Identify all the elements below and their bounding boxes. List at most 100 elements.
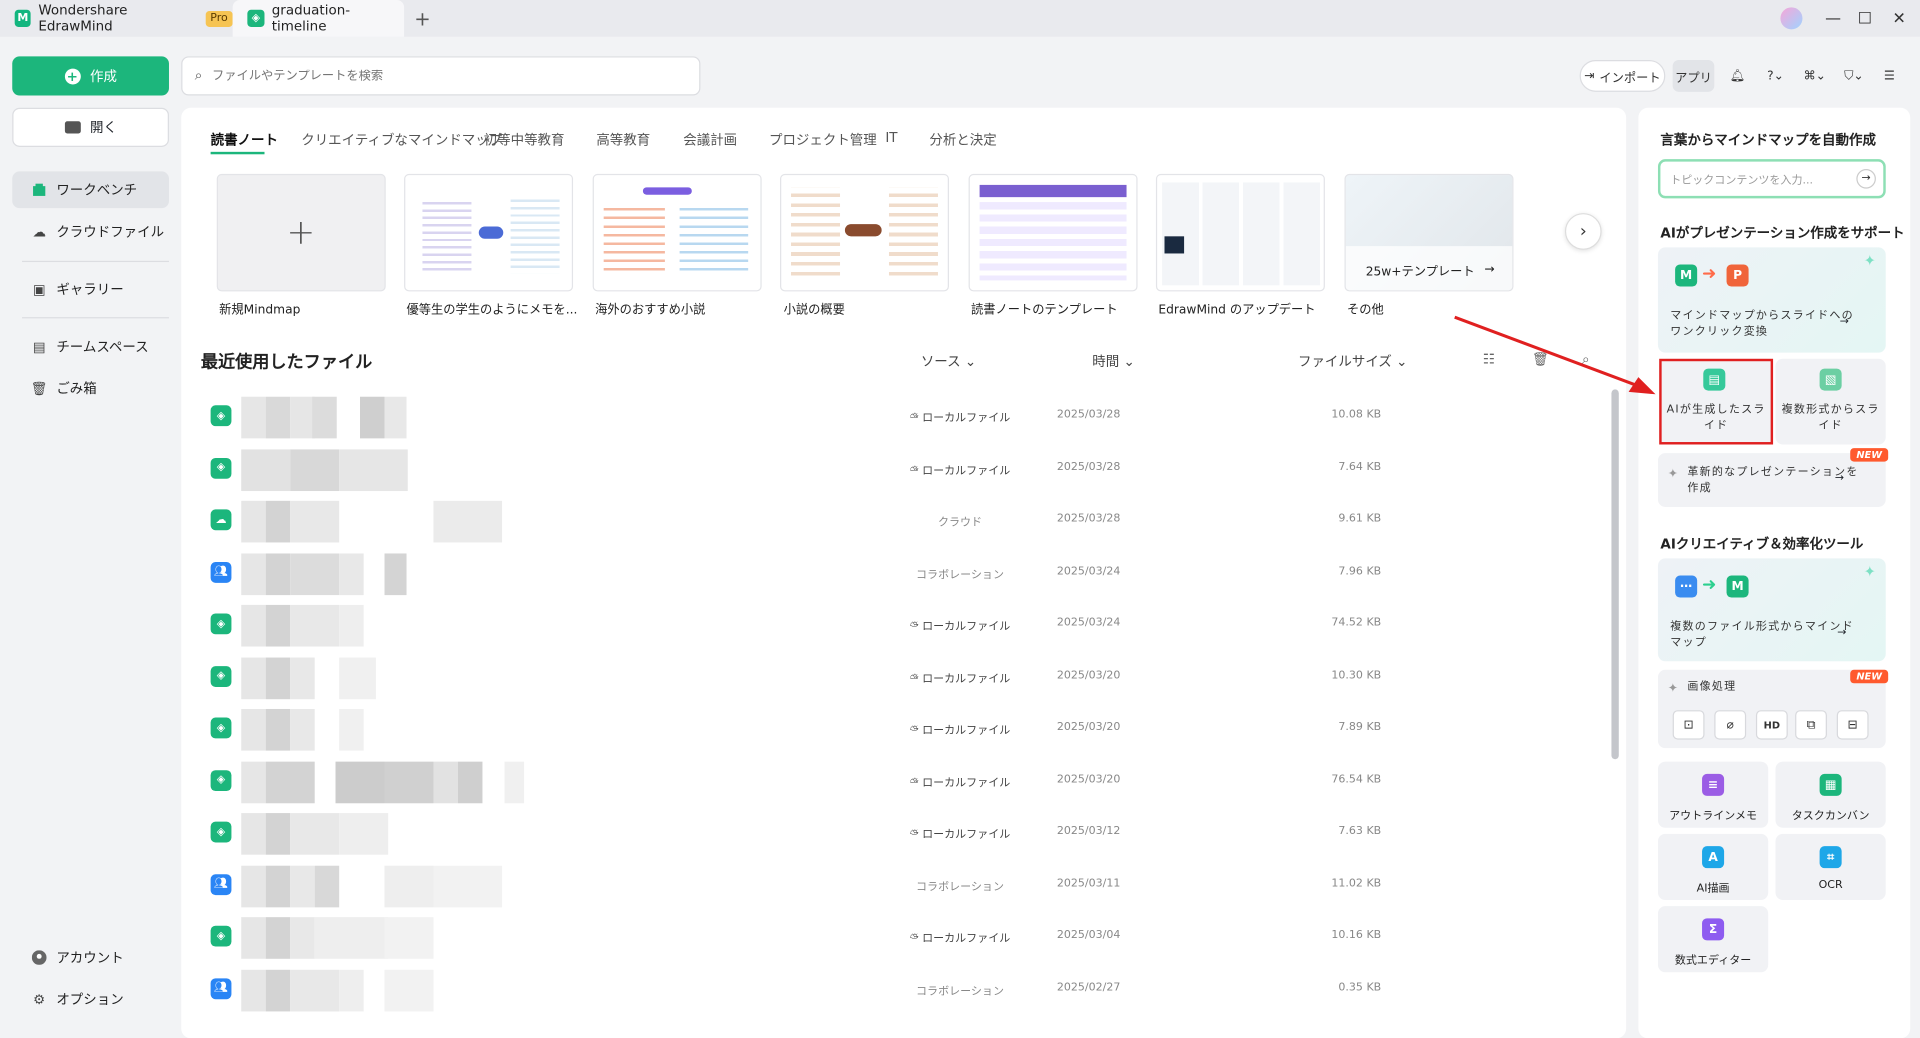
table-row[interactable]: ◈ ⛅︎ ローカルファイル 2025/03/20 76.54 KB <box>201 756 1609 807</box>
close-icon[interactable]: ✕ <box>1881 0 1918 37</box>
redacted-filename <box>290 917 315 959</box>
bell-icon[interactable]: 🔔︎ <box>1724 60 1751 92</box>
redacted-filename <box>265 500 291 543</box>
shirt-icon[interactable]: ⛉⌄ <box>1837 60 1871 92</box>
table-row[interactable]: ◈ ⛅︎ ローカルファイル 2025/03/20 10.30 KB <box>201 652 1609 703</box>
file-size: 7.64 KB <box>1338 461 1382 474</box>
sidebar-item-team-space[interactable]: ▤ チームスペース <box>12 328 169 365</box>
tab-reading-notes[interactable]: 読書ノート <box>211 130 278 150</box>
tab-higher-education[interactable]: 高等教育 <box>596 130 650 150</box>
create-button[interactable]: + 作成 <box>12 56 169 96</box>
user-avatar[interactable] <box>1773 0 1810 37</box>
file-time: 2025/02/27 <box>1056 981 1121 994</box>
mindmap-file-icon: ◈ <box>210 613 232 635</box>
open-button[interactable]: 開く <box>12 107 169 147</box>
template-card[interactable] <box>780 173 949 292</box>
maximize-icon[interactable]: ☐ <box>1847 0 1884 37</box>
hd-icon[interactable]: HD <box>1755 710 1788 740</box>
redacted-filename <box>265 917 291 959</box>
help-icon[interactable]: ?⌄ <box>1758 60 1792 92</box>
redacted-filename <box>290 656 315 699</box>
redacted-filename <box>314 917 389 959</box>
eraser-icon[interactable]: ⌀ <box>1714 710 1747 740</box>
table-row[interactable]: ◈ ⛅︎ ローカルファイル 2025/03/04 10.16 KB <box>201 912 1609 963</box>
topic-input[interactable]: トピックコンテンツを入力... → <box>1657 159 1886 199</box>
scan-icon[interactable]: ⊟ <box>1836 710 1869 740</box>
resize-icon[interactable]: ⧉ <box>1795 710 1827 740</box>
redacted-filename <box>290 708 315 751</box>
template-card[interactable] <box>968 173 1138 292</box>
table-row[interactable]: ◈ ⛅︎ ローカルファイル 2025/03/12 7.63 KB <box>201 808 1609 859</box>
template-card-new[interactable]: + <box>216 173 386 292</box>
presentation-section-title: AIがプレゼンテーション作成をサポート <box>1660 225 1905 242</box>
redacted-filename <box>265 656 291 699</box>
template-label: 読書ノートのテンプレート <box>971 303 1118 318</box>
table-row[interactable]: ☁ クラウド 2025/03/28 9.61 KB <box>201 496 1609 547</box>
table-row[interactable]: ◈ ⛅︎ ローカルファイル 2025/03/24 74.52 KB <box>201 600 1609 651</box>
template-card[interactable] <box>592 173 762 292</box>
file-size: 10.08 KB <box>1331 408 1382 422</box>
topic-input-placeholder: トピックコンテンツを入力... <box>1670 174 1813 187</box>
file-size: 7.96 KB <box>1338 565 1382 578</box>
collapse-panel-icon[interactable]: ☰ <box>1876 60 1903 92</box>
mindmap-file-icon: ◈ <box>210 925 232 947</box>
sidebar-item-gallery[interactable]: ▣ ギャラリー <box>12 271 169 308</box>
redacted-filename <box>339 552 364 595</box>
redacted-filename <box>360 396 385 439</box>
search-input[interactable] <box>212 69 678 83</box>
grid-apps-icon[interactable]: ⌘⌄ <box>1798 60 1832 92</box>
multi-file-to-mindmap-card[interactable]: ⋯ ➜ M ✦ 複数のファイル形式からマインドマップ → <box>1657 558 1886 662</box>
tab-primary-education[interactable]: 初等中等教育 <box>484 130 565 150</box>
table-row[interactable]: 👥︎ コラボレーション 2025/03/24 7.96 KB <box>201 548 1609 599</box>
template-card[interactable] <box>404 173 574 292</box>
sidebar-item-workbench[interactable]: ワークベンチ <box>12 171 169 209</box>
table-row[interactable]: 👥︎ コラボレーション 2025/03/11 11.02 KB <box>201 860 1609 911</box>
tab-analysis-decision[interactable]: 分析と決定 <box>929 130 996 150</box>
app-tab[interactable]: M Wondershare EdrawMind Pro <box>0 0 233 37</box>
open-label: 開く <box>90 120 117 136</box>
template-label: 海外のおすすめ小説 <box>595 303 706 318</box>
document-tab[interactable]: ◈ graduation-timeline <box>232 0 405 37</box>
ai-draw-tool[interactable]: A AI描画 <box>1657 833 1769 901</box>
send-arrow-icon[interactable]: → <box>1856 168 1876 189</box>
template-card[interactable] <box>1155 173 1325 292</box>
mindmap-file-icon: ◈ <box>210 665 232 687</box>
sidebar-item-account[interactable]: アカウント <box>12 939 169 976</box>
time-column-header[interactable]: 時間 ⌄ <box>1092 351 1135 371</box>
formula-editor-tool[interactable]: Σ 数式エディター <box>1657 906 1769 973</box>
outline-memo-tool[interactable]: ≡ アウトラインメモ <box>1657 761 1769 828</box>
recent-files-title: 最近使用したファイル <box>200 352 373 373</box>
sidebar-item-label: ギャラリー <box>56 281 124 298</box>
table-row[interactable]: ◈ ⛅︎ ローカルファイル 2025/03/28 10.08 KB <box>201 392 1609 443</box>
task-kanban-tool[interactable]: ▦ タスクカンバン <box>1775 761 1886 828</box>
crop-icon[interactable]: ⊡ <box>1672 710 1705 740</box>
table-row[interactable]: 👥︎ コラボレーション 2025/02/27 0.35 KB <box>201 964 1609 1015</box>
source-column-header[interactable]: ソース ⌄ <box>921 351 976 371</box>
next-templates-button[interactable]: › <box>1564 213 1602 250</box>
import-button[interactable]: ⇥ インポート <box>1579 60 1666 92</box>
search-box[interactable]: ⌕ <box>181 56 701 96</box>
tab-creative-mindmap[interactable]: クリエイティブなマインドマップ <box>301 130 502 150</box>
new-tab-button[interactable]: + <box>411 0 433 37</box>
sparkle-icon: ✦ <box>1667 467 1679 482</box>
sidebar-item-options[interactable]: ⚙ オプション <box>12 981 169 1018</box>
table-row[interactable]: ◈ ⛅︎ ローカルファイル 2025/03/20 7.89 KB <box>201 704 1609 755</box>
sidebar-item-trash[interactable]: 🗑 ごみ箱 <box>12 370 169 407</box>
multi-format-icon: ▧ <box>1819 368 1842 391</box>
scrollbar[interactable] <box>1611 389 1619 760</box>
mindmap-to-slide-card[interactable]: M ➜ P ✦ マインドマップからスライドへのワンクリック変換 → <box>1657 247 1886 353</box>
tab-it[interactable]: IT <box>885 130 897 146</box>
size-column-header[interactable]: ファイルサイズ ⌄ <box>1298 351 1407 371</box>
tab-project-management[interactable]: プロジェクト管理 <box>769 130 877 150</box>
mindmap-file-icon: ◈ <box>210 405 232 427</box>
multi-format-slide-card[interactable]: ▧ 複数形式からスライド <box>1775 358 1886 445</box>
tab-meeting-plan[interactable]: 会議計画 <box>683 130 737 150</box>
file-time: 2025/03/28 <box>1056 461 1121 474</box>
sidebar-item-cloud-files[interactable]: ☁ クラウドファイル <box>12 213 169 250</box>
file-size: 7.89 KB <box>1338 721 1382 734</box>
template-card-more[interactable]: 25w+テンプレート → <box>1344 173 1514 292</box>
apps-button[interactable]: アプリ <box>1672 60 1715 92</box>
ocr-tool[interactable]: ⌗ OCR <box>1775 833 1886 901</box>
table-row[interactable]: ◈ ⛅︎ ローカルファイル 2025/03/28 7.64 KB <box>201 444 1609 495</box>
file-time: 2025/03/11 <box>1056 877 1121 890</box>
